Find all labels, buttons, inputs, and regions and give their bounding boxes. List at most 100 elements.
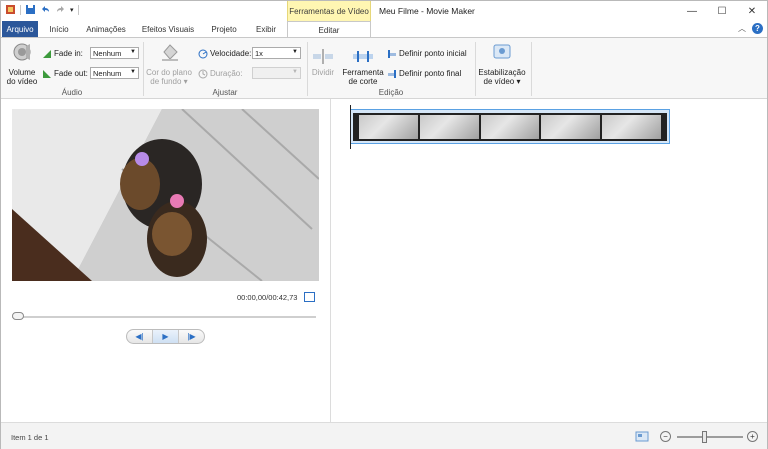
chevron-down-icon: ▼ bbox=[292, 69, 298, 75]
help-icon[interactable]: ? bbox=[752, 23, 763, 34]
maximize-button[interactable]: ☐ bbox=[707, 1, 737, 21]
background-color-button[interactable]: Cor do plano de fundo ▾ bbox=[145, 68, 193, 86]
storyboard bbox=[334, 99, 767, 422]
set-start-point-button[interactable]: Definir ponto inicial bbox=[387, 49, 467, 59]
qat-separator bbox=[20, 4, 21, 15]
status-bar: Item 1 de 1 − + bbox=[1, 422, 767, 449]
timecode: 00:00,00/00:42,73 bbox=[237, 293, 298, 302]
chevron-down-icon: ▼ bbox=[292, 49, 298, 55]
fade-out-icon bbox=[43, 70, 51, 78]
thumbnail-size-icon[interactable] bbox=[635, 431, 649, 442]
video-clip[interactable] bbox=[350, 109, 670, 144]
tab-arquivo[interactable]: Arquivo bbox=[2, 21, 38, 37]
duration-dropdown[interactable]: ▼ bbox=[252, 67, 301, 79]
video-stabilization-button[interactable]: Estabilização de vídeo ▾ bbox=[477, 68, 527, 86]
trim-label-line1: Ferramenta bbox=[342, 68, 384, 77]
set-start-label: Definir ponto inicial bbox=[399, 49, 467, 59]
fade-in-icon bbox=[43, 50, 51, 58]
speed-value: 1x bbox=[255, 48, 263, 58]
clip-frame-thumbnail bbox=[419, 115, 479, 139]
group-label-audio: Áudio bbox=[61, 88, 83, 97]
fade-out-text: Fade out: bbox=[54, 69, 88, 79]
fade-in-dropdown[interactable]: Nenhum ▼ bbox=[90, 47, 139, 59]
fade-out-dropdown[interactable]: Nenhum ▼ bbox=[90, 67, 139, 79]
playback-controls: ◀| ▶ |▶ bbox=[126, 329, 205, 344]
duration-icon bbox=[198, 69, 208, 79]
speed-icon bbox=[198, 49, 208, 59]
collapse-ribbon-icon[interactable]: ︿ bbox=[738, 23, 746, 34]
save-icon[interactable] bbox=[25, 4, 36, 15]
group-label-adjust: Ajustar bbox=[212, 88, 238, 97]
tab-exibir[interactable]: Exibir bbox=[251, 21, 281, 37]
duration-label: Duração: bbox=[198, 69, 242, 79]
volume-label-line1: Volume bbox=[8, 68, 36, 77]
video-preview-image bbox=[12, 109, 319, 281]
clip-frame-thumbnail bbox=[359, 115, 418, 139]
quick-access-toolbar: ▾ bbox=[5, 4, 79, 15]
zoom-in-button[interactable]: + bbox=[747, 431, 758, 442]
qat-customize-icon[interactable]: ▾ bbox=[70, 6, 74, 14]
preview-pane: 00:00,00/00:42,73 ◀| ▶ |▶ bbox=[1, 99, 331, 422]
volume-button[interactable]: Volume do vídeo bbox=[5, 68, 39, 86]
split-button[interactable]: Dividir bbox=[309, 68, 337, 77]
stabilization-label-line1: Estabilização bbox=[478, 68, 526, 77]
fullscreen-preview-icon[interactable] bbox=[304, 292, 315, 302]
fade-out-label: Fade out: bbox=[42, 69, 88, 79]
seek-bar-thumb[interactable] bbox=[12, 312, 24, 320]
fade-in-value: Nenhum bbox=[93, 48, 122, 58]
next-frame-button[interactable]: |▶ bbox=[179, 330, 204, 343]
trim-tool-button[interactable]: Ferramenta de corte bbox=[341, 68, 385, 86]
split-icon[interactable] bbox=[312, 46, 334, 66]
undo-icon[interactable] bbox=[40, 4, 51, 15]
group-label-edit: Edição bbox=[378, 88, 404, 97]
zoom-slider-thumb[interactable] bbox=[701, 431, 707, 443]
clip-frame-thumbnail bbox=[541, 115, 601, 139]
stabilization-icon[interactable] bbox=[491, 42, 513, 62]
ribbon-tabs: Arquivo Início Animações Efeitos Visuais… bbox=[1, 21, 767, 38]
volume-label-line2: do vídeo bbox=[6, 77, 38, 86]
clip-frame-thumbnail bbox=[602, 115, 661, 139]
redo-icon[interactable] bbox=[55, 4, 66, 15]
trim-tool-icon[interactable] bbox=[352, 46, 374, 66]
window-title: Meu Filme - Movie Maker bbox=[379, 6, 475, 16]
previous-frame-button[interactable]: ◀| bbox=[127, 330, 152, 343]
speed-dropdown[interactable]: 1x ▼ bbox=[252, 47, 301, 59]
zoom-slider[interactable] bbox=[677, 436, 743, 438]
chevron-down-icon: ▼ bbox=[130, 49, 136, 55]
set-start-icon bbox=[388, 50, 396, 58]
tab-projeto[interactable]: Projeto bbox=[207, 21, 241, 37]
tab-efeitos-visuais[interactable]: Efeitos Visuais bbox=[139, 21, 197, 37]
fade-in-text: Fade in: bbox=[54, 49, 83, 59]
tab-inicio[interactable]: Início bbox=[45, 21, 73, 37]
play-button[interactable]: ▶ bbox=[152, 330, 179, 343]
paint-bucket-icon[interactable] bbox=[159, 42, 181, 62]
stabilization-label-line2: de vídeo ▾ bbox=[483, 77, 521, 86]
seek-bar[interactable] bbox=[12, 316, 316, 318]
tab-editar[interactable]: Editar bbox=[287, 21, 371, 38]
zoom-out-button[interactable]: − bbox=[660, 431, 671, 442]
minimize-button[interactable]: — bbox=[677, 1, 707, 21]
fade-out-value: Nenhum bbox=[93, 68, 122, 78]
item-count: Item 1 de 1 bbox=[11, 433, 49, 442]
help-area: ︿ ? bbox=[738, 23, 763, 34]
speed-text: Velocidade: bbox=[210, 49, 252, 59]
fade-in-label: Fade in: bbox=[42, 49, 83, 59]
chevron-down-icon: ▼ bbox=[130, 69, 136, 75]
background-label-line1: Cor do plano bbox=[146, 68, 192, 77]
set-end-icon bbox=[388, 70, 396, 78]
movie-maker-window: ▾ Ferramentas de Vídeo Meu Filme - Movie… bbox=[0, 0, 768, 449]
set-end-point-button[interactable]: Definir ponto final bbox=[387, 69, 461, 79]
close-button[interactable]: ✕ bbox=[737, 1, 767, 21]
content-area: 00:00,00/00:42,73 ◀| ▶ |▶ bbox=[1, 99, 767, 422]
speaker-volume-icon[interactable] bbox=[11, 42, 33, 62]
title-bar: ▾ Ferramentas de Vídeo Meu Filme - Movie… bbox=[1, 1, 767, 22]
contextual-tab-header: Ferramentas de Vídeo bbox=[287, 1, 371, 22]
tab-animacoes[interactable]: Animações bbox=[83, 21, 129, 37]
qat-separator bbox=[77, 4, 79, 15]
background-label-line2: de fundo ▾ bbox=[150, 77, 188, 86]
set-end-label: Definir ponto final bbox=[399, 69, 462, 79]
app-icon bbox=[6, 5, 15, 14]
clip-frame-thumbnail bbox=[480, 115, 540, 139]
storyboard-playhead[interactable] bbox=[350, 105, 351, 149]
duration-text: Duração: bbox=[210, 69, 243, 79]
